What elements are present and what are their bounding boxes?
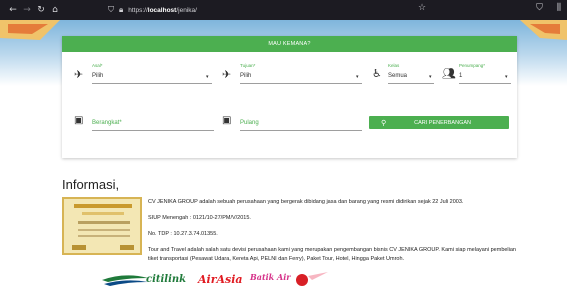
asal-underline xyxy=(92,83,212,84)
calendar-icon: ▣ xyxy=(74,115,84,126)
arrival-plane-icon: ✈ xyxy=(222,68,232,81)
kelas-value: Semua xyxy=(388,73,408,79)
info-paragraph-siup: SIUP Menengah : 0121/10-27/PM/V/2015. xyxy=(148,215,251,221)
lock-icon: 🔒︎ xyxy=(119,5,124,14)
tujuan-underline xyxy=(240,83,362,84)
airasia-logo: AirAsia xyxy=(198,273,243,286)
berangkat-underline xyxy=(92,130,214,131)
kelas-label: Kelas xyxy=(388,63,400,68)
search-flight-button[interactable]: ⚲ CARI PENERBANGAN xyxy=(369,116,509,129)
asal-caret-icon: ▾ xyxy=(206,74,209,80)
back-arrow-icon[interactable]: ← xyxy=(6,5,20,15)
search-icon: ⚲ xyxy=(381,118,387,127)
asal-label: Asal* xyxy=(92,63,103,68)
tujuan-label: Tujuan* xyxy=(240,63,256,68)
shield-icon: ⛉ xyxy=(108,5,114,14)
penumpang-caret-icon: ▾ xyxy=(505,74,508,80)
kelas-underline xyxy=(388,83,434,84)
bookmark-star-icon[interactable]: ☆ xyxy=(418,3,426,13)
info-paragraph-company: CV JENIKA GROUP adalah sebuah perusahaan… xyxy=(148,199,464,205)
forward-arrow-icon[interactable]: → xyxy=(20,5,34,15)
airline-logos: citilink AirAsia Batik Air xyxy=(100,268,330,292)
flight-search-card: MAU KEMANA? ✈ Asal* Pilih ▾ ✈ Tujuan* Pi… xyxy=(62,36,517,158)
seat-icon: ♿︎ xyxy=(372,67,382,80)
departure-plane-icon: ✈ xyxy=(74,68,84,81)
home-icon[interactable]: ⌂ xyxy=(48,5,62,15)
search-flight-button-label: CARI PENERBANGAN xyxy=(414,119,471,126)
info-paragraph-tdp: No. TDP : 10.27.3.74.01355. xyxy=(148,231,218,237)
citilink-swoosh-icon xyxy=(102,275,148,286)
search-card-header: MAU KEMANA? xyxy=(62,36,517,52)
citilink-logo: citilink xyxy=(146,274,187,285)
pulang-placeholder: Pulang xyxy=(240,120,259,126)
passengers-icon: 👥︎ xyxy=(442,67,456,80)
company-certificate-image xyxy=(62,197,142,255)
asal-value: Pilih xyxy=(92,73,104,79)
tujuan-caret-icon: ▾ xyxy=(356,74,359,80)
kelas-caret-icon: ▾ xyxy=(429,74,432,80)
address-bar[interactable]: ⛉ 🔒︎ https://localhost/jenika/ xyxy=(108,3,548,17)
browser-toolbar: ← → ↻ ⌂ ⛉ 🔒︎ https://localhost/jenika/ ☆… xyxy=(0,0,567,20)
penumpang-label: Penumpang* xyxy=(459,63,486,68)
url-text: https://localhost/jenika/ xyxy=(128,6,197,14)
batik-air-logo: Batik Air xyxy=(250,272,291,282)
pocket-shield-icon[interactable]: ⛉ xyxy=(536,3,543,13)
garuda-logo-icon xyxy=(296,272,328,286)
info-paragraph-tour: Tour and Travel adalah salah satu devisi… xyxy=(148,247,516,262)
reload-icon[interactable]: ↻ xyxy=(34,5,48,15)
tujuan-value: Pilih xyxy=(240,73,252,79)
berangkat-placeholder: Berangkat* xyxy=(92,120,122,126)
calendar-return-icon: ▣ xyxy=(222,115,232,126)
penumpang-value: 1 xyxy=(459,73,463,79)
pulang-underline xyxy=(240,130,362,131)
penumpang-underline xyxy=(459,83,511,84)
library-icon[interactable]: ⫼ xyxy=(557,3,561,13)
info-heading: Informasi, xyxy=(62,177,120,192)
